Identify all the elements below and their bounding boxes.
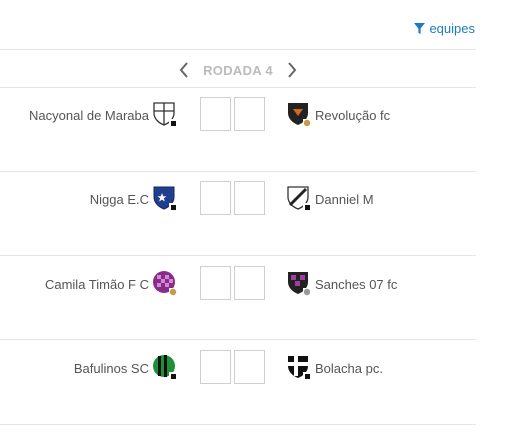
team-shield-icon: [152, 354, 178, 380]
chevron-right-icon: [288, 62, 297, 78]
team-shield-icon: [286, 354, 312, 380]
home-team-name: Camila Timão F C: [44, 277, 149, 292]
home-score-input[interactable]: [200, 350, 231, 384]
chevron-left-icon: [179, 62, 188, 78]
round-navigator: RODADA 4: [0, 59, 476, 81]
away-score-input[interactable]: [234, 97, 265, 131]
away-team-name: Sanches 07 fc: [315, 277, 398, 292]
home-team-name: Nigga E.C: [89, 192, 149, 207]
divider: [0, 171, 476, 172]
away-team-name: Danniel M: [315, 192, 374, 207]
match-row: Nacyonal de Maraba Revolução fc: [0, 97, 476, 137]
match-row: Nigga E.C Danniel M: [0, 181, 476, 221]
away-score-input[interactable]: [234, 181, 265, 215]
divider: [0, 255, 476, 256]
home-team-name: Bafulinos SC: [73, 361, 149, 376]
home-score-input[interactable]: [200, 181, 231, 215]
team-shield-icon: [286, 185, 312, 211]
previous-round-button[interactable]: [177, 61, 191, 79]
home-score-input[interactable]: [200, 97, 231, 131]
filter-icon: [414, 23, 426, 34]
team-shield-icon: [286, 270, 312, 296]
team-shield-icon: [152, 101, 178, 127]
filter-teams-button[interactable]: equipes: [414, 21, 475, 36]
match-row: Bafulinos SC Bolacha pc.: [0, 350, 476, 390]
divider: [0, 49, 476, 50]
team-shield-icon: [286, 101, 312, 127]
next-round-button[interactable]: [285, 61, 299, 79]
away-team-name: Revolução fc: [315, 108, 391, 123]
match-row: Camila Timão F C Sanches 07 fc: [0, 266, 476, 306]
divider: [0, 424, 476, 425]
team-shield-icon: [152, 270, 178, 296]
divider: [0, 339, 476, 340]
home-score-input[interactable]: [200, 266, 231, 300]
away-score-input[interactable]: [234, 350, 265, 384]
away-score-input[interactable]: [234, 266, 265, 300]
divider: [0, 87, 476, 88]
round-label: RODADA 4: [203, 62, 273, 78]
home-team-name: Nacyonal de Maraba: [29, 108, 149, 123]
filter-label: equipes: [429, 21, 475, 36]
away-team-name: Bolacha pc.: [315, 361, 383, 376]
team-shield-icon: [152, 185, 178, 211]
